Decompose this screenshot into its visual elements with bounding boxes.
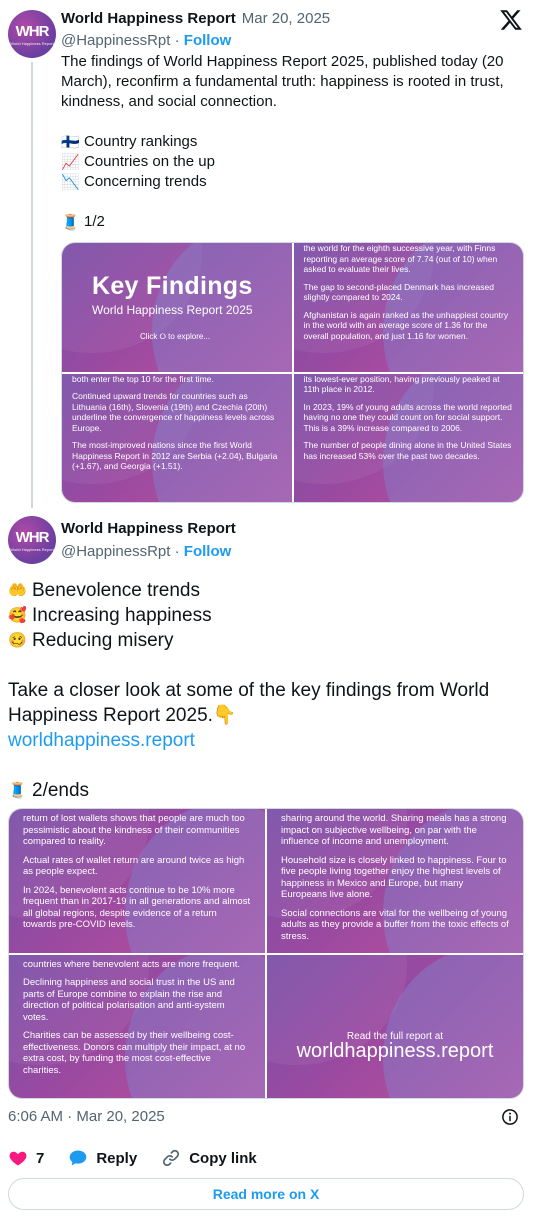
open-hands-icon: 🤲 [8, 582, 27, 599]
thread-spool-icon: 🧵 [8, 782, 27, 799]
avatar[interactable]: WHR World Happiness Report [8, 516, 56, 564]
copy-link-button[interactable]: Copy link [161, 1148, 257, 1168]
thread-marker: 🧵 2/ends [8, 780, 90, 801]
follow-button[interactable]: Follow [184, 543, 232, 560]
like-count: 7 [36, 1149, 45, 1167]
bullet-item: 🥴 Reducing misery [8, 630, 174, 651]
image-grid-1: Key Findings World Happiness Report 2025… [61, 242, 524, 503]
pointing-down-icon: 👇 [212, 705, 237, 726]
tweet-intro: The findings of World Happiness Report 2… [61, 53, 504, 110]
bullet-item: 📉 Concerning trends [61, 173, 207, 191]
read-more-button[interactable]: Read more on X [8, 1178, 524, 1210]
info-icon[interactable] [501, 1108, 519, 1126]
avatar[interactable]: WHR World Happiness Report [8, 10, 56, 58]
reply-button[interactable]: Reply [68, 1148, 137, 1168]
handle-row: @HappinessRpt · Follow [61, 543, 232, 560]
smiling-hearts-icon: 🥰 [8, 607, 27, 624]
link-icon [163, 1149, 180, 1167]
website-link[interactable]: worldhappiness.report [8, 730, 195, 751]
copy-link-label: Copy link [189, 1149, 257, 1167]
reply-bubble-icon [70, 1150, 87, 1166]
key-findings-title: Key Findings [92, 272, 253, 300]
read-report-url: worldhappiness.report [296, 1040, 494, 1063]
chart-down-icon: 📉 [61, 173, 80, 191]
bullet-item: 🤲 Benevolence trends [8, 580, 200, 601]
chart-up-icon: 📈 [61, 153, 80, 171]
post-timestamp[interactable]: 6:06 AM · Mar 20, 2025 [8, 1108, 165, 1125]
tweet-main-text: Take a closer look at some of the key fi… [8, 680, 490, 726]
reply-label: Reply [96, 1149, 138, 1167]
avatar-logo-subtext: World Happiness Report [10, 40, 54, 46]
avatar-logo-text: WHR [15, 528, 50, 546]
bullet-item: 📈 Countries on the up [61, 153, 215, 171]
follow-button[interactable]: Follow [184, 32, 232, 49]
thread-connector-line [31, 62, 33, 508]
thread-spool-icon: 🧵 [61, 213, 80, 231]
tweet-text: The findings of World Happiness Report 2… [61, 52, 516, 232]
findings-image-4[interactable]: its lowest-ever position, having previou… [293, 373, 523, 502]
post-date[interactable]: Mar 20, 2025 [242, 10, 330, 27]
author-name[interactable]: World Happiness Report [61, 520, 236, 537]
findings-image-7[interactable]: countries where benevolent acts are more… [9, 954, 265, 1098]
bullet-item: 🇫🇮 Country rankings [61, 133, 198, 151]
key-findings-subtitle: World Happiness Report 2025 [92, 303, 253, 317]
tweet-text: 🤲 Benevolence trends 🥰 Increasing happines… [8, 578, 528, 803]
image-grid-2: return of lost wallets shows that people… [8, 808, 524, 1099]
heart-icon [9, 1151, 27, 1166]
woozy-face-icon: 🥴 [8, 632, 27, 649]
like-button[interactable]: 7 [8, 1148, 44, 1168]
bullet-item: 🥰 Increasing happiness [8, 605, 212, 626]
action-bar: 7 Reply Copy link [8, 1148, 257, 1168]
findings-image-3[interactable]: both enter the top 10 for the first time… [62, 373, 292, 502]
tweet-header: World Happiness Report Mar 20, 2025 [61, 10, 330, 27]
findings-image-2[interactable]: the world for the eighth successive year… [293, 243, 523, 372]
avatar-logo-subtext: World Happiness Report [10, 546, 54, 552]
handle-row: @HappinessRpt · Follow [61, 32, 232, 49]
x-logo-icon[interactable] [499, 8, 523, 32]
findings-image-5[interactable]: return of lost wallets shows that people… [9, 809, 265, 953]
findings-image-6[interactable]: sharing around the world. Sharing meals … [267, 809, 523, 953]
tweet-header: World Happiness Report [61, 520, 236, 537]
author-handle[interactable]: @HappinessRpt [61, 32, 170, 49]
read-full-report-image[interactable]: Read the full report at worldhappiness.r… [267, 954, 523, 1098]
key-findings-image[interactable]: Key Findings World Happiness Report 2025… [62, 243, 292, 372]
thread-marker: 🧵 1/2 [61, 213, 105, 231]
avatar-logo-text: WHR [15, 22, 50, 40]
finland-flag-icon: 🇫🇮 [61, 133, 80, 151]
key-findings-cta: Click ⭘ to explore... [140, 332, 210, 341]
author-name[interactable]: World Happiness Report [61, 10, 236, 27]
author-handle[interactable]: @HappinessRpt [61, 543, 170, 560]
